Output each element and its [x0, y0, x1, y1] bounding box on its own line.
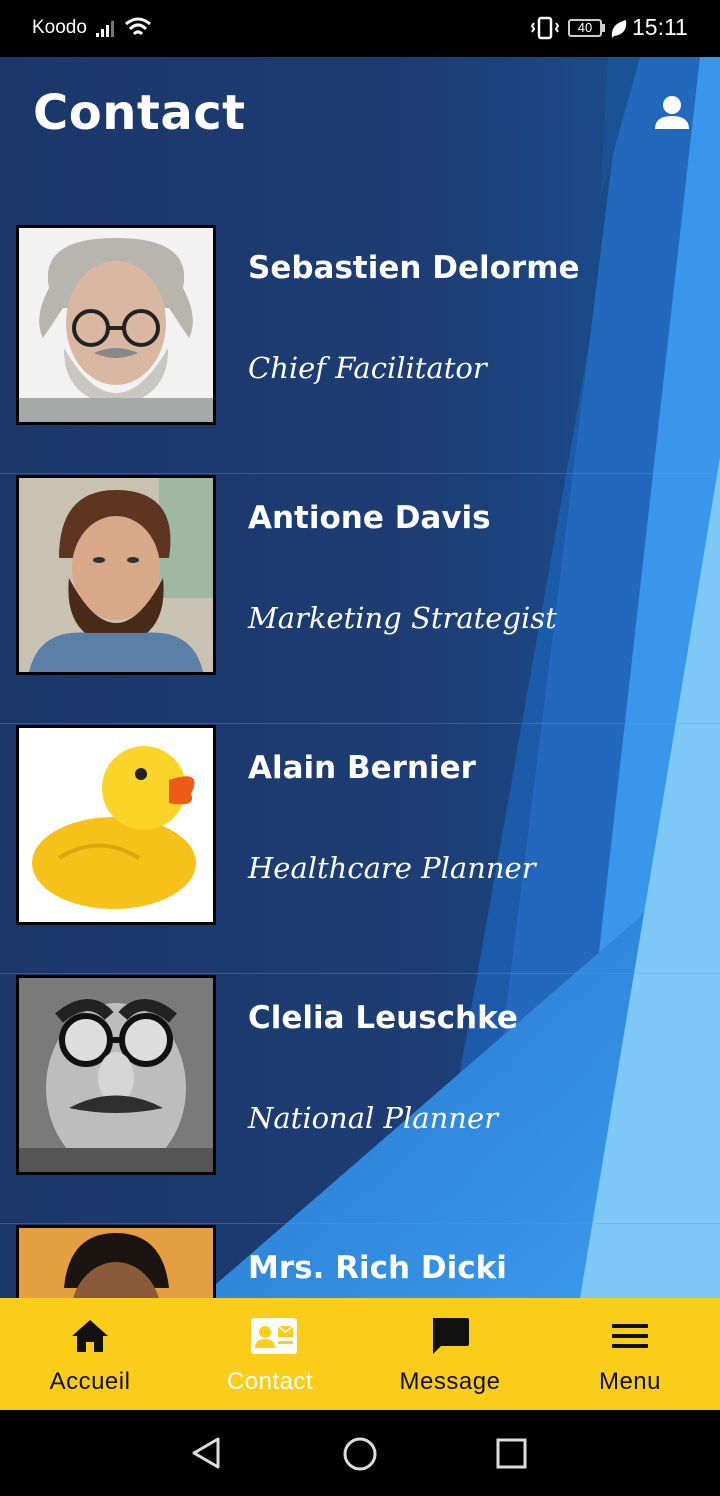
nav-accueil[interactable]: Accueil [0, 1298, 180, 1410]
home-button-icon[interactable] [342, 1436, 378, 1472]
battery-level: 40 [577, 20, 593, 35]
nav-label: Contact [226, 1368, 314, 1395]
contact-card-icon [251, 1318, 297, 1354]
menu-icon [612, 1324, 648, 1348]
nav-label: Accueil [49, 1368, 131, 1395]
contact-row[interactable]: Alain Bernier Healthcare Planner [0, 724, 720, 974]
app-screen: Contact Sebastien Delorme Chief Facilita… [0, 57, 720, 1298]
wifi-icon [125, 17, 151, 36]
nav-message[interactable]: Message [360, 1298, 540, 1410]
user-icon[interactable] [652, 93, 692, 133]
nav-label: Menu [598, 1368, 662, 1395]
back-icon[interactable] [190, 1436, 222, 1470]
contact-name: Antione Davis [248, 500, 491, 536]
bottom-navigation: Accueil Contact Message Menu [0, 1298, 720, 1410]
recents-icon[interactable] [496, 1438, 528, 1470]
contact-row[interactable]: Mrs. Rich Dicki [0, 1224, 720, 1298]
signal-icon [96, 21, 114, 37]
contact-name: Alain Bernier [248, 750, 476, 786]
vibrate-icon [530, 16, 560, 40]
contact-photo [16, 225, 216, 425]
contact-name: Sebastien Delorme [248, 250, 580, 286]
battery-icon: 40 [568, 19, 602, 37]
battery-tip [602, 24, 605, 32]
contact-photo [16, 725, 216, 925]
contact-name: Clelia Leuschke [248, 1000, 518, 1036]
contact-row[interactable]: Clelia Leuschke National Planner [0, 974, 720, 1224]
contact-list: Sebastien Delorme Chief Facilitator Anti… [0, 224, 720, 1298]
contact-role: Chief Facilitator [248, 351, 487, 385]
nav-label: Message [399, 1368, 501, 1395]
status-bar: Koodo 40 15:11 [0, 0, 720, 57]
clock: 15:11 [632, 14, 688, 40]
carrier-label: Koodo [32, 17, 87, 38]
nav-contact[interactable]: Contact [180, 1298, 360, 1410]
contact-row[interactable]: Sebastien Delorme Chief Facilitator [0, 224, 720, 474]
contact-row[interactable]: Antione Davis Marketing Strategist [0, 474, 720, 724]
contact-name: Mrs. Rich Dicki [248, 1250, 507, 1286]
message-icon [433, 1318, 469, 1354]
nav-menu[interactable]: Menu [540, 1298, 720, 1410]
contact-photo [16, 475, 216, 675]
contact-role: Healthcare Planner [248, 851, 536, 885]
contact-photo [16, 1225, 216, 1298]
contact-role: National Planner [248, 1101, 498, 1135]
home-icon [72, 1320, 108, 1352]
leaf-icon [611, 20, 627, 38]
contact-photo [16, 975, 216, 1175]
contact-role: Marketing Strategist [248, 601, 557, 635]
system-navigation [0, 1410, 720, 1496]
page-title: Contact [33, 85, 246, 141]
